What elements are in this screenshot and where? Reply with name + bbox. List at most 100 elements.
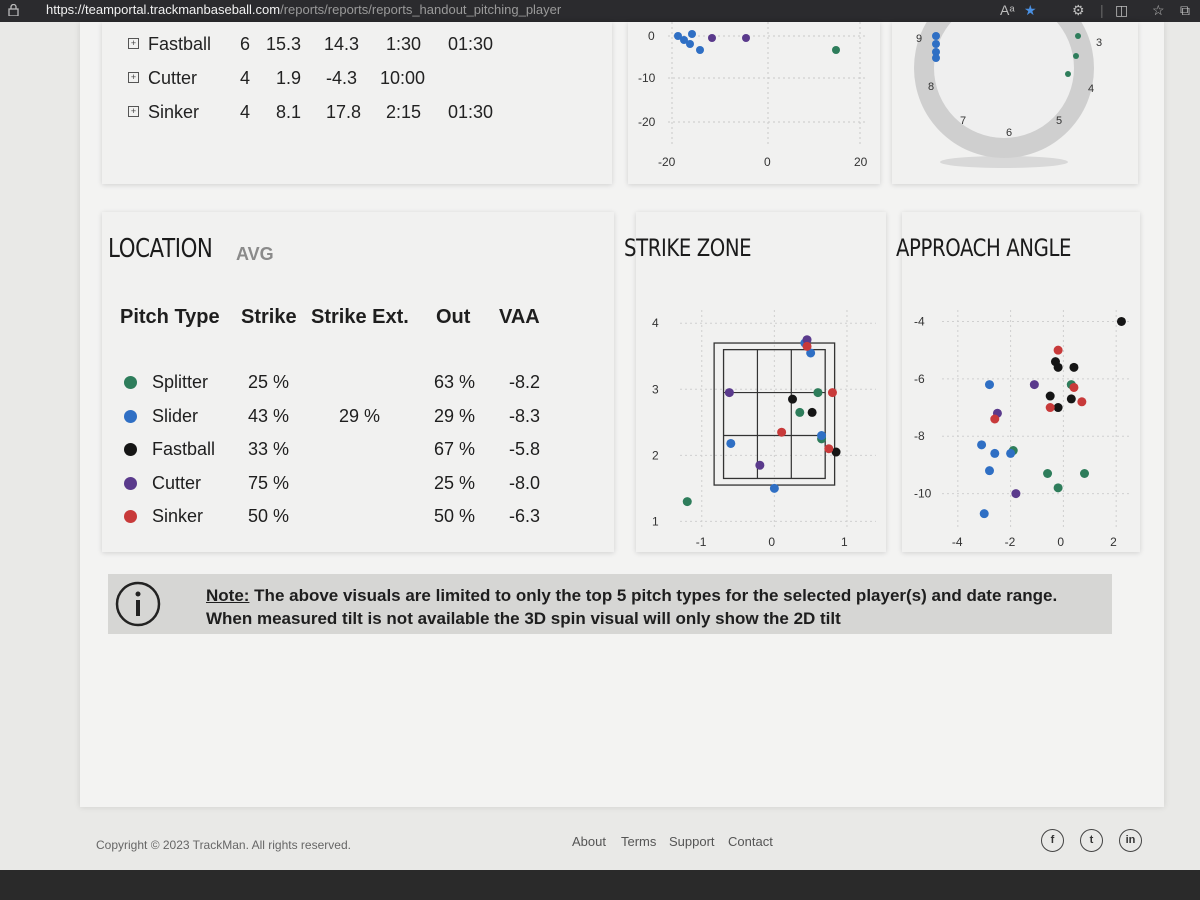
y-tick-label: -4 xyxy=(914,314,925,328)
pitch-dot-fastball xyxy=(1045,391,1055,401)
collections-icon[interactable]: ⧉ xyxy=(1180,2,1190,19)
location-panel: LOCATION AVG Pitch Type Strike Strike Ex… xyxy=(102,212,614,552)
screen-bezel xyxy=(0,870,1200,900)
x-tick-label: 20 xyxy=(854,155,868,169)
pitch-dot-cutter xyxy=(755,460,765,470)
x-tick-label: 1 xyxy=(841,535,848,549)
footer-link-contact[interactable]: Contact xyxy=(728,834,773,849)
vaa-cell: -6.3 xyxy=(509,506,541,526)
movement-table-panel: + Fastball 6 15.3 14.3 1:30 01:30 + Cutt… xyxy=(102,22,612,184)
footer: Copyright © 2023 TrackMan. All rights re… xyxy=(0,820,1200,870)
out-cell: 29 % xyxy=(434,406,476,426)
x-tick-label: -4 xyxy=(952,535,963,549)
expand-icon[interactable]: + xyxy=(128,72,139,83)
pitch-name: Cutter xyxy=(148,68,198,88)
y-tick-label: 0 xyxy=(648,29,655,43)
clock-number: 9 xyxy=(916,33,922,45)
strike-ext-cell: 29 % xyxy=(339,406,381,426)
x-tick-label: -20 xyxy=(658,155,676,169)
url-field[interactable]: https://teamportal.trackmanbaseball.com/… xyxy=(46,2,561,17)
extensions-icon[interactable]: ⚙ xyxy=(1072,2,1085,19)
strike-zone-title: STRIKE ZONE xyxy=(624,234,752,262)
y-tick-label: -8 xyxy=(914,429,925,443)
x-tick-label: 0 xyxy=(1057,535,1064,549)
tilt-value: 10:00 xyxy=(380,68,426,88)
movement-chart-panel: 0 -10 -20 -20 0 20 xyxy=(628,22,880,184)
facebook-icon[interactable]: f xyxy=(1041,829,1064,852)
movement-chart: 0 -10 -20 -20 0 20 xyxy=(638,22,868,169)
favorites-list-icon[interactable]: ☆ xyxy=(1152,2,1165,19)
pitch-count: 4 xyxy=(240,68,251,88)
vaa-cell: -8.0 xyxy=(509,473,541,493)
strike-cell: 43 % xyxy=(248,406,290,426)
spin-tilt-value: 01:30 xyxy=(448,102,494,122)
expand-icon[interactable]: + xyxy=(128,38,139,49)
cell-value: -4.3 xyxy=(326,68,358,88)
pitch-dot-sinker xyxy=(777,427,787,437)
clock-dot xyxy=(1075,33,1081,39)
pitch-dot-fastball xyxy=(1066,394,1076,404)
pitch-type-cell: Cutter xyxy=(152,473,202,493)
report-card: + Fastball 6 15.3 14.3 1:30 01:30 + Cutt… xyxy=(80,0,1164,807)
x-tick-label: -1 xyxy=(696,535,707,549)
clock-number: 4 xyxy=(1088,83,1094,95)
out-cell: 50 % xyxy=(434,506,476,526)
pitch-count: 4 xyxy=(240,102,251,122)
lock-icon xyxy=(8,4,19,16)
header-out: Out xyxy=(436,306,471,328)
pitch-dot-slider xyxy=(990,448,1000,458)
y-tick-label: 3 xyxy=(652,382,659,396)
linkedin-icon[interactable]: in xyxy=(1119,829,1142,852)
note-box: Note: The above visuals are limited to o… xyxy=(108,574,1112,634)
split-screen-icon[interactable]: ◫ xyxy=(1115,2,1128,19)
y-tick-label: -10 xyxy=(914,487,932,501)
pitch-dot-sinker xyxy=(990,414,1000,424)
header-pitch-type: Pitch Type xyxy=(120,306,220,328)
footer-link-support[interactable]: Support xyxy=(669,834,715,849)
x-tick-label: 2 xyxy=(1110,535,1117,549)
pitch-dot-splitter xyxy=(795,407,805,417)
spin-clock: 9 3 8 4 7 5 6 xyxy=(914,0,1102,168)
pitch-dot-slider xyxy=(977,440,987,450)
approach-angle-panel: APPROACH ANGLE -4 -6 -8 -10 -4 -2 0 2 xyxy=(896,212,1140,552)
avg-label: AVG xyxy=(236,244,274,264)
pitch-color-dot xyxy=(124,410,137,423)
read-aloud-icon[interactable]: Aᵃ xyxy=(1000,2,1015,18)
header-strike: Strike xyxy=(241,306,297,328)
pitch-dot-slider xyxy=(726,438,736,448)
pitch-count: 6 xyxy=(240,34,251,54)
y-tick-label: -10 xyxy=(638,71,656,85)
cell-value: 14.3 xyxy=(324,34,360,54)
zone-outer xyxy=(713,342,836,486)
clock-dot xyxy=(932,40,940,48)
pitch-dot-sinker xyxy=(1045,403,1055,413)
pitch-name: Sinker xyxy=(148,102,200,122)
pitch-dot xyxy=(708,34,716,42)
strike-zone-panel: STRIKE ZONE 4 3 2 1 -1 0 1 xyxy=(624,212,886,552)
twitter-icon[interactable]: t xyxy=(1080,829,1103,852)
clock-number: 7 xyxy=(960,115,966,127)
clock-dot xyxy=(1073,53,1079,59)
pitch-dot-cutter xyxy=(724,388,734,398)
cell-value: 17.8 xyxy=(326,102,362,122)
strike-cell: 25 % xyxy=(248,372,290,392)
pitch-dot-fastball xyxy=(788,394,798,404)
footer-link-terms[interactable]: Terms xyxy=(621,834,656,849)
out-cell: 67 % xyxy=(434,439,476,459)
y-tick-label: 2 xyxy=(652,448,659,462)
approach-angle-chart: -4 -6 -8 -10 -4 -2 0 2 xyxy=(914,310,1132,549)
out-cell: 63 % xyxy=(434,372,476,392)
footer-link-about[interactable]: About xyxy=(572,834,606,849)
browser-address-bar: https://teamportal.trackmanbaseball.com/… xyxy=(0,0,1200,22)
vaa-cell: -8.3 xyxy=(509,406,541,426)
y-tick-label: 4 xyxy=(652,316,659,330)
expand-icon[interactable]: + xyxy=(128,106,139,117)
pitch-dot xyxy=(686,40,694,48)
favorite-star-icon[interactable]: ★ xyxy=(1024,2,1037,19)
pitch-dot-fastball xyxy=(1116,316,1126,326)
pitch-dot-cutter xyxy=(1029,380,1039,390)
pitch-name: Fastball xyxy=(148,34,212,54)
strike-cell: 33 % xyxy=(248,439,290,459)
spin-clock-panel: 9 3 8 4 7 5 6 xyxy=(892,0,1138,184)
location-title: LOCATION xyxy=(108,234,213,264)
